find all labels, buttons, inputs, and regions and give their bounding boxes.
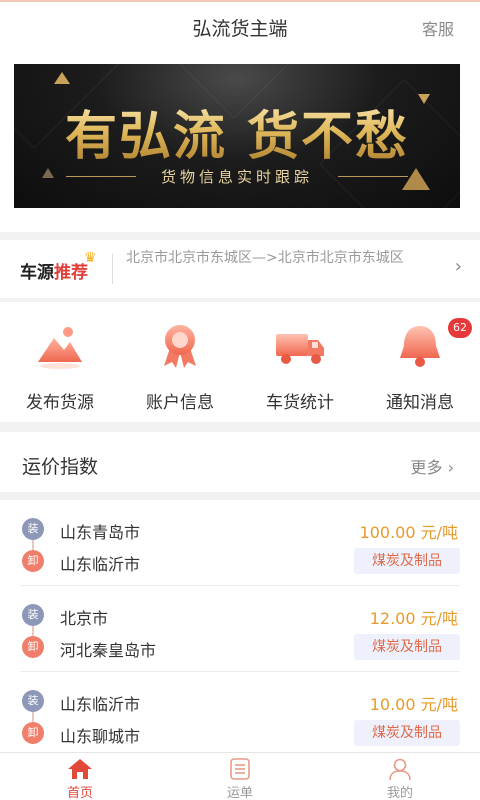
car-source-recommend[interactable]: 车源推荐 ♛ 北京市北京市东城区—>北京市北京市东城区 › — [0, 240, 480, 298]
freight-route-list: 装 卸 山东青岛市 山东临沂市 100.00 元/吨 煤炭及制品 装 卸 北京市… — [0, 500, 480, 752]
load-tag: 装 — [22, 518, 44, 540]
destination-city: 山东临沂市 — [60, 555, 141, 574]
tab-profile[interactable]: 我的 — [320, 753, 480, 800]
unload-tag: 卸 — [22, 722, 44, 744]
cargo-type-badge: 煤炭及制品 — [354, 548, 460, 574]
destination-city: 河北秦皇岛市 — [60, 641, 157, 660]
cargo-type-badge: 煤炭及制品 — [354, 720, 460, 746]
tab-label: 首页 — [66, 786, 93, 800]
load-tag: 装 — [22, 604, 44, 626]
promo-banner[interactable]: 有弘流 货不愁 货物信息实时跟踪 — [14, 64, 460, 208]
unload-tag: 卸 — [22, 636, 44, 658]
banner-triangle — [54, 72, 70, 84]
route-connector — [32, 712, 34, 722]
destination-city: 山东聊城市 — [60, 727, 141, 746]
shortcut-publish-cargo[interactable]: 发布货源 — [0, 302, 120, 422]
crown-icon: ♛ — [84, 250, 97, 266]
origin-city: 山东临沂市 — [60, 695, 141, 714]
customer-service-button[interactable]: 客服 — [422, 16, 454, 40]
car-source-tag: 车源推荐 — [20, 258, 88, 283]
route-connector — [32, 626, 34, 636]
shortcut-grid: 发布货源 账户信息 车货统计 62 通知消息 — [0, 302, 480, 422]
more-link[interactable]: 更多 › — [410, 454, 454, 478]
mountain-icon — [38, 327, 82, 369]
bell-icon — [400, 326, 440, 367]
load-tag: 装 — [22, 690, 44, 712]
profile-icon — [389, 758, 411, 781]
top-bar: 弘流货主端 客服 — [0, 0, 480, 52]
tab-label: 我的 — [386, 786, 413, 800]
tab-label: 运单 — [226, 786, 253, 800]
freight-index-header: 运价指数 更多 › — [0, 432, 480, 492]
shortcut-label: 车货统计 — [266, 393, 334, 413]
list-item[interactable]: 装 卸 山东临沂市 山东聊城市 10.00 元/吨 煤炭及制品 — [0, 672, 480, 752]
chevron-right-icon: › — [447, 458, 454, 477]
banner-subline: 货物信息实时跟踪 — [160, 168, 313, 186]
shortcut-label: 账户信息 — [146, 393, 214, 413]
chevron-right-icon: › — [454, 256, 462, 277]
freight-price: 10.00 元/吨 — [369, 695, 458, 714]
origin-city: 北京市 — [60, 609, 109, 628]
shortcut-account-info[interactable]: 账户信息 — [120, 302, 240, 422]
shortcut-notifications[interactable]: 62 通知消息 — [360, 302, 480, 422]
truck-icon — [276, 334, 324, 364]
freight-price: 12.00 元/吨 — [369, 609, 458, 628]
car-source-route: 北京市北京市东城区—>北京市北京市东城区 — [126, 250, 404, 266]
more-label: 更多 — [410, 458, 443, 477]
banner-headline: 有弘流 货不愁 — [14, 94, 460, 169]
car-source-tag-highlight: 推荐 — [54, 263, 88, 283]
section-title: 运价指数 — [22, 456, 99, 478]
divider — [112, 254, 113, 284]
tab-waybill[interactable]: 运单 — [160, 753, 320, 800]
route-connector — [32, 540, 34, 550]
unload-tag: 卸 — [22, 550, 44, 572]
bottom-tab-bar: 首页 运单 我的 — [0, 752, 480, 800]
waybill-icon — [230, 758, 250, 780]
list-item[interactable]: 装 卸 北京市 河北秦皇岛市 12.00 元/吨 煤炭及制品 — [0, 586, 480, 672]
tab-home[interactable]: 首页 — [0, 753, 160, 800]
car-source-tag-prefix: 车源 — [20, 263, 54, 283]
page-title: 弘流货主端 — [192, 18, 288, 40]
list-item[interactable]: 装 卸 山东青岛市 山东临沂市 100.00 元/吨 煤炭及制品 — [0, 500, 480, 586]
banner-section: 有弘流 货不愁 货物信息实时跟踪 — [0, 52, 480, 232]
freight-price: 100.00 元/吨 — [359, 523, 458, 542]
shortcut-label: 发布货源 — [26, 393, 94, 413]
award-ribbon-icon — [164, 325, 196, 368]
notification-badge: 62 — [448, 318, 472, 338]
cargo-type-badge: 煤炭及制品 — [354, 634, 460, 660]
home-icon — [68, 759, 92, 779]
origin-city: 山东青岛市 — [60, 523, 141, 542]
shortcut-vehicle-cargo-stats[interactable]: 车货统计 — [240, 302, 360, 422]
shortcut-label: 通知消息 — [386, 393, 454, 413]
